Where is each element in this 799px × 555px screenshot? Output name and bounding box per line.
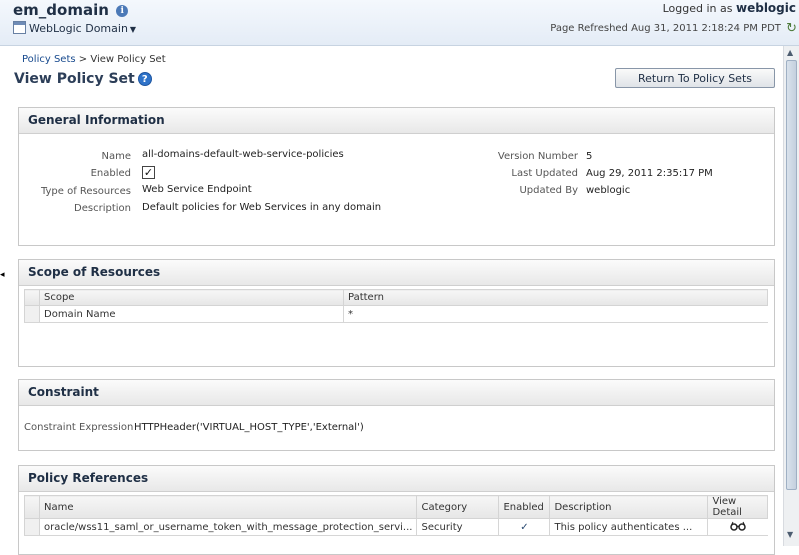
row-selector-header: [24, 495, 40, 519]
view-detail-cell: [707, 518, 768, 536]
policy-description-cell: This policy authenticates ...: [549, 518, 709, 536]
row-selector-header: [24, 289, 40, 306]
enabled-label: Enabled: [90, 168, 131, 179]
scope-table: Scope Pattern Domain Name *: [24, 289, 768, 323]
breadcrumb-policy-sets[interactable]: Policy Sets: [22, 54, 76, 65]
chevron-down-icon: ▼: [129, 25, 137, 34]
policy-enabled-cell: ✓: [498, 518, 551, 536]
table-row[interactable]: oracle/wss11_saml_or_username_token_with…: [24, 518, 768, 536]
type-of-resources-value: Web Service Endpoint: [142, 184, 252, 195]
vertical-scrollbar[interactable]: ▲ ▼: [783, 46, 799, 546]
breadcrumb: Policy Sets > View Policy Set: [22, 54, 166, 65]
domain-title: em_domain i: [13, 1, 129, 19]
name-label: Name: [101, 151, 131, 162]
collapse-pane-icon[interactable]: ◂: [0, 270, 5, 282]
domain-menu-label: WebLogic Domain: [29, 22, 128, 35]
pattern-cell: *: [343, 305, 768, 323]
scope-cell: Domain Name: [39, 305, 344, 323]
description-label: Description: [74, 203, 131, 214]
general-information-header: General Information: [19, 108, 774, 134]
name-value: all-domains-default-web-service-policies: [142, 149, 344, 160]
breadcrumb-separator: >: [78, 54, 88, 65]
scroll-up-icon[interactable]: ▲: [787, 48, 793, 57]
enabled-column-header[interactable]: Enabled: [498, 495, 551, 519]
description-value: Default policies for Web Services in any…: [142, 202, 382, 213]
pattern-column-header[interactable]: Pattern: [343, 289, 768, 306]
domain-name[interactable]: em_domain: [13, 1, 109, 19]
scope-of-resources-panel: Scope of Resources Scope Pattern Domain …: [18, 259, 775, 367]
last-updated-value: Aug 29, 2011 2:35:17 PM: [586, 168, 713, 179]
updated-by-value: weblogic: [586, 185, 631, 196]
updated-by-label: Updated By: [519, 185, 578, 196]
scroll-down-icon[interactable]: ▼: [787, 530, 793, 539]
page-refreshed-text: Page Refreshed Aug 31, 2011 2:18:24 PM P…: [550, 23, 781, 34]
policy-references-panel: Policy References Name Category Enabled …: [18, 465, 775, 555]
last-updated-label: Last Updated: [511, 168, 578, 179]
page-refreshed: Page Refreshed Aug 31, 2011 2:18:24 PM P…: [550, 21, 797, 36]
glasses-icon[interactable]: [730, 521, 746, 531]
logged-in-label: Logged in as: [662, 2, 733, 15]
scope-of-resources-header: Scope of Resources: [19, 260, 774, 286]
row-selector[interactable]: [24, 305, 40, 323]
scrollbar-thumb[interactable]: [786, 60, 797, 490]
version-number-label: Version Number: [497, 151, 578, 162]
logged-in-info: Logged in as weblogic: [663, 1, 796, 15]
constraint-header: Constraint: [19, 380, 774, 406]
version-number-value: 5: [586, 151, 593, 162]
enabled-checkbox-wrap: ✓: [142, 166, 155, 179]
policy-name-cell[interactable]: oracle/wss11_saml_or_username_token_with…: [39, 518, 418, 536]
general-information-panel: General Information Name all-domains-def…: [18, 107, 775, 246]
enabled-checkbox[interactable]: ✓: [142, 166, 155, 179]
view-detail-column-header[interactable]: View Detail: [707, 495, 768, 519]
name-column-header[interactable]: Name: [38, 495, 418, 519]
constraint-panel: Constraint Constraint Expression HTTPHea…: [18, 379, 775, 451]
type-of-resources-label: Type of Resources: [40, 186, 131, 197]
domain-menu[interactable]: WebLogic Domain ▼: [13, 21, 136, 35]
help-icon[interactable]: ?: [137, 72, 152, 86]
username[interactable]: weblogic: [736, 1, 796, 15]
constraint-expression-label: Constraint Expression: [24, 422, 134, 433]
domain-menu-icon: [13, 21, 26, 34]
policy-category-cell: Security: [416, 518, 500, 536]
scope-column-header[interactable]: Scope: [39, 289, 344, 306]
breadcrumb-current: View Policy Set: [90, 54, 166, 65]
info-icon[interactable]: i: [116, 5, 129, 17]
refresh-icon[interactable]: ↻: [786, 21, 797, 36]
category-column-header[interactable]: Category: [416, 495, 500, 519]
constraint-expression-value: HTTPHeader('VIRTUAL_HOST_TYPE','External…: [134, 422, 364, 433]
policy-references-header: Policy References: [19, 466, 774, 492]
row-selector[interactable]: [24, 518, 40, 536]
description-column-header[interactable]: Description: [549, 495, 709, 519]
return-to-policy-sets-button[interactable]: Return To Policy Sets: [615, 68, 775, 88]
table-row[interactable]: Domain Name *: [24, 305, 768, 323]
page-title-text: View Policy Set: [14, 71, 135, 87]
page-header: em_domain i WebLogic Domain ▼ Logged in a…: [0, 0, 799, 46]
page-title: View Policy Set?: [14, 71, 152, 87]
policy-references-table: Name Category Enabled Description View D…: [24, 495, 768, 536]
